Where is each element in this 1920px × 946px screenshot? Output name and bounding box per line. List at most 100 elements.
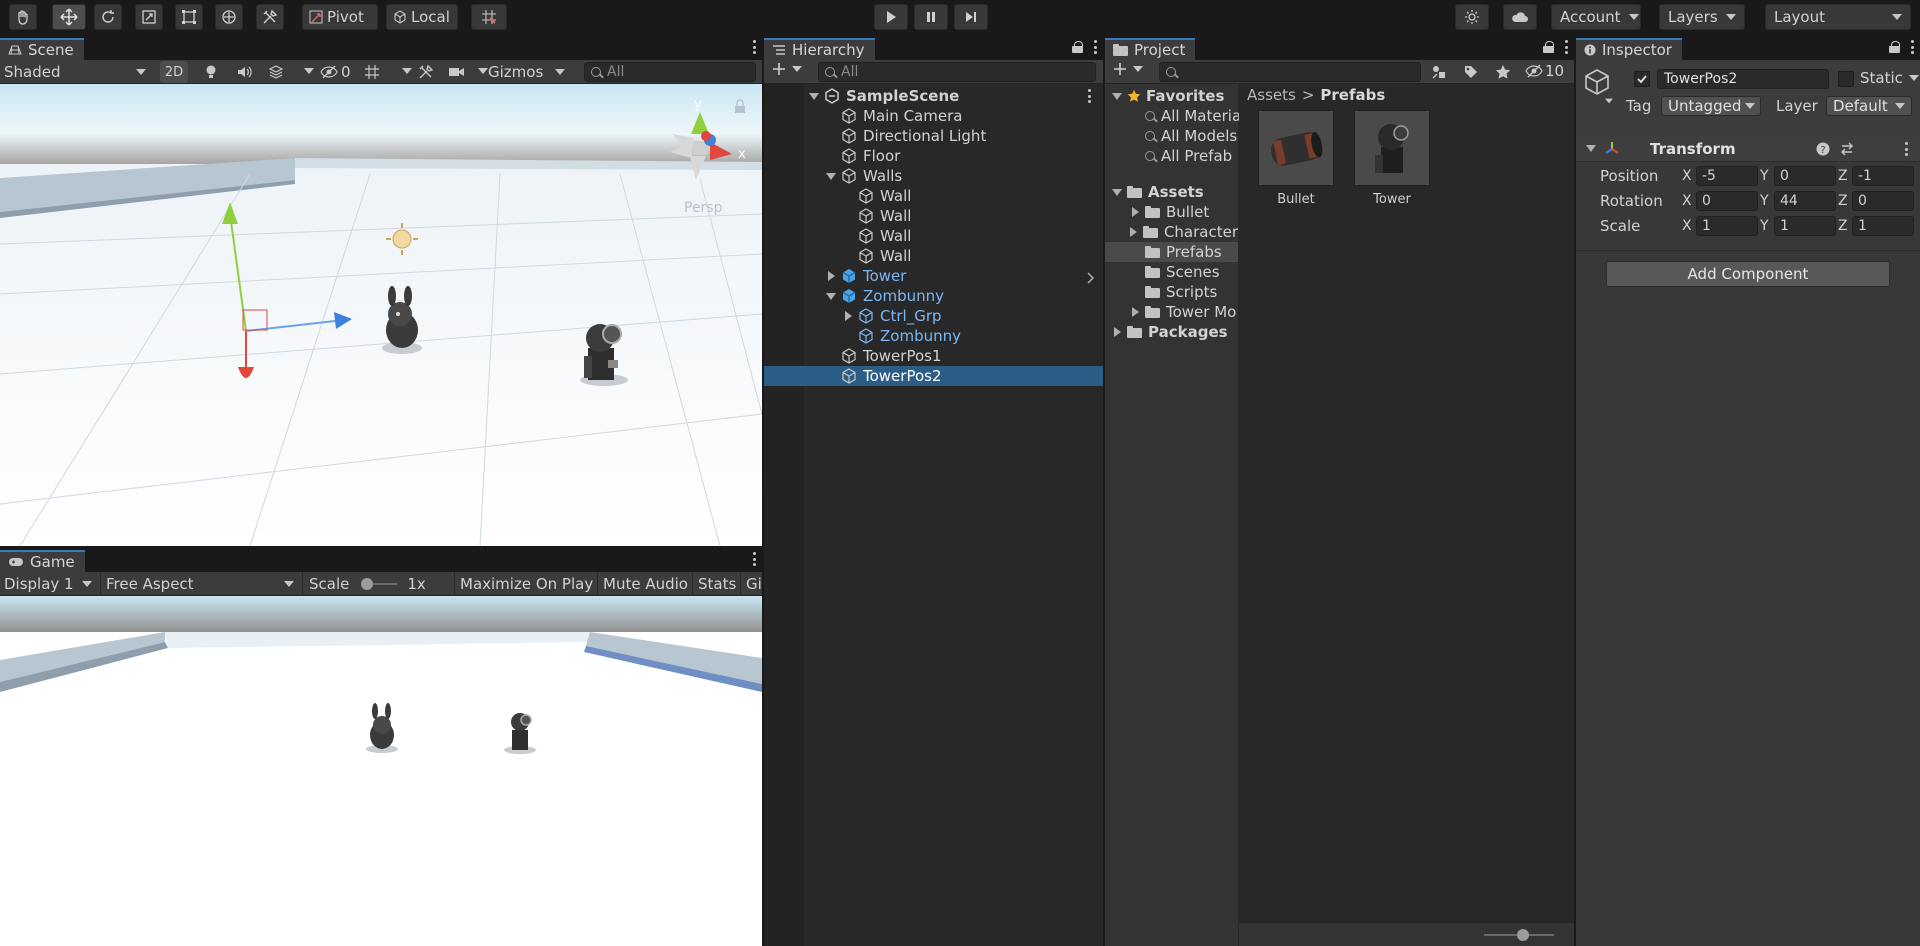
folder-item[interactable]: Character [1105,222,1238,242]
create-button[interactable] [772,62,802,76]
grid-dropdown-chevron-icon[interactable] [402,68,412,74]
favorite-button[interactable] [1495,64,1511,84]
tab-game[interactable]: Game [0,550,85,572]
packages-header[interactable]: Packages [1105,322,1238,342]
pause-button[interactable] [914,4,948,30]
step-button[interactable] [954,4,988,30]
tag-dropdown[interactable]: Untagged [1661,96,1761,116]
hand-tool-button[interactable] [9,4,37,30]
layer-dropdown[interactable]: Default [1826,96,1912,116]
folder-item[interactable]: Prefabs [1105,242,1238,262]
maximize-on-play-toggle[interactable]: Maximize On Play [454,572,598,596]
aspect-dropdown[interactable]: Free Aspect [100,572,300,596]
more-options-icon[interactable] [1910,40,1914,54]
tab-project[interactable]: Project [1105,38,1196,60]
audio-toggle[interactable] [236,64,252,84]
zoom-slider[interactable] [1484,929,1554,941]
folder-item[interactable]: Bullet [1105,202,1238,222]
shading-mode-dropdown[interactable]: Shaded [4,62,150,82]
position-label[interactable]: Position [1600,167,1658,185]
position-z-field[interactable]: -1 [1852,166,1914,186]
scale-z-field[interactable]: 1 [1852,216,1914,236]
hierarchy-item[interactable]: Wall [764,246,1103,266]
camera-dropdown-chevron-icon[interactable] [478,68,488,74]
favorites-header[interactable]: Favorites [1105,86,1238,106]
axis-x-label[interactable]: X [1682,218,1696,234]
tab-hierarchy[interactable]: Hierarchy [764,38,875,60]
rotate-tool-button[interactable] [94,4,122,30]
effects-dropdown-chevron-icon[interactable] [304,68,314,74]
filter-type-button[interactable] [1431,64,1447,84]
hierarchy-item[interactable]: Floor [764,146,1103,166]
active-checkbox[interactable] [1634,71,1650,87]
lighting-toggle[interactable] [203,64,219,84]
account-dropdown[interactable]: Account [1551,4,1641,30]
services-button[interactable] [1455,4,1489,30]
expand-arrow-icon[interactable] [808,90,820,102]
collapse-arrow-icon[interactable] [825,270,837,282]
hierarchy-item[interactable]: TowerPos1 [764,346,1103,366]
hierarchy-item[interactable]: TowerPos2 [764,366,1103,386]
scene-menu-icon[interactable] [1087,89,1091,103]
folder-item[interactable]: Tower Mo [1105,302,1238,322]
lock-icon[interactable] [1889,41,1900,53]
folder-item[interactable]: Scenes [1105,262,1238,282]
pivot-toggle[interactable]: Pivot [302,4,378,30]
position-y-field[interactable]: 0 [1774,166,1836,186]
favorite-item[interactable]: All Prefab [1105,146,1238,166]
hierarchy-item[interactable]: SampleScene [764,86,1103,106]
scene-visibility-toggle[interactable]: 0 [320,63,351,81]
local-toggle[interactable]: Local [386,4,458,30]
position-x-field[interactable]: -5 [1696,166,1758,186]
preset-icon[interactable] [1840,142,1854,156]
rotation-z-field[interactable]: 0 [1852,191,1914,211]
favorite-item[interactable]: All Materia [1105,106,1241,126]
collapse-arrow-icon[interactable] [1129,307,1141,317]
move-tool-button[interactable] [52,4,86,30]
help-icon[interactable]: ? [1816,142,1830,156]
scene-search-input[interactable]: All [584,62,756,82]
filter-label-button[interactable] [1463,64,1479,84]
axis-y-label[interactable]: Y [1760,168,1774,184]
hierarchy-item[interactable]: Wall [764,206,1103,226]
layers-dropdown[interactable]: Layers [1659,4,1745,30]
more-options-icon[interactable] [1564,40,1568,54]
static-dropdown[interactable]: Static [1860,68,1919,88]
cloud-button[interactable] [1503,4,1537,30]
project-search-input[interactable] [1159,62,1421,82]
rotation-x-field[interactable]: 0 [1696,191,1758,211]
project-create-button[interactable] [1113,62,1143,76]
component-menu-icon[interactable] [1904,142,1908,156]
rotation-label[interactable]: Rotation [1600,192,1663,210]
rect-tool-button[interactable] [175,4,203,30]
add-component-button[interactable]: Add Component [1606,261,1890,287]
lock-icon[interactable] [1543,41,1554,53]
expand-arrow-icon[interactable] [825,290,837,302]
camera-settings-button[interactable] [448,64,466,84]
axis-x-label[interactable]: X [1682,168,1696,184]
axis-y-label[interactable]: Y [1760,218,1774,234]
grid-snap-button[interactable] [471,4,507,30]
scale-slider-track[interactable] [361,578,398,590]
hierarchy-item[interactable]: Zombunny [764,286,1103,306]
scale-label[interactable]: Scale [1600,217,1640,235]
asset-item[interactable]: Bullet [1257,110,1335,207]
collapse-arrow-icon[interactable] [1129,207,1141,217]
static-checkbox[interactable] [1838,71,1854,87]
hidden-packages-toggle[interactable]: 10 [1525,62,1564,80]
hierarchy-item[interactable]: Ctrl_Grp [764,306,1103,326]
expand-arrow-icon[interactable] [825,170,837,182]
transform-tool-button[interactable] [215,4,243,30]
lock-icon[interactable] [1072,41,1083,53]
icon-picker-chevron-icon[interactable] [1605,98,1613,104]
tab-inspector[interactable]: Inspector [1576,38,1682,60]
breadcrumb-current[interactable]: Prefabs [1320,86,1385,104]
scale-y-field[interactable]: 1 [1774,216,1836,236]
object-name-field[interactable]: TowerPos2 [1657,69,1829,89]
breadcrumb-root[interactable]: Assets [1247,86,1296,104]
grid-toggle[interactable] [364,64,380,84]
tab-scene[interactable]: Scene [0,38,84,60]
rotation-y-field[interactable]: 44 [1774,191,1836,211]
2d-toggle[interactable]: 2D [160,61,188,83]
custom-tool-button[interactable] [256,4,284,30]
